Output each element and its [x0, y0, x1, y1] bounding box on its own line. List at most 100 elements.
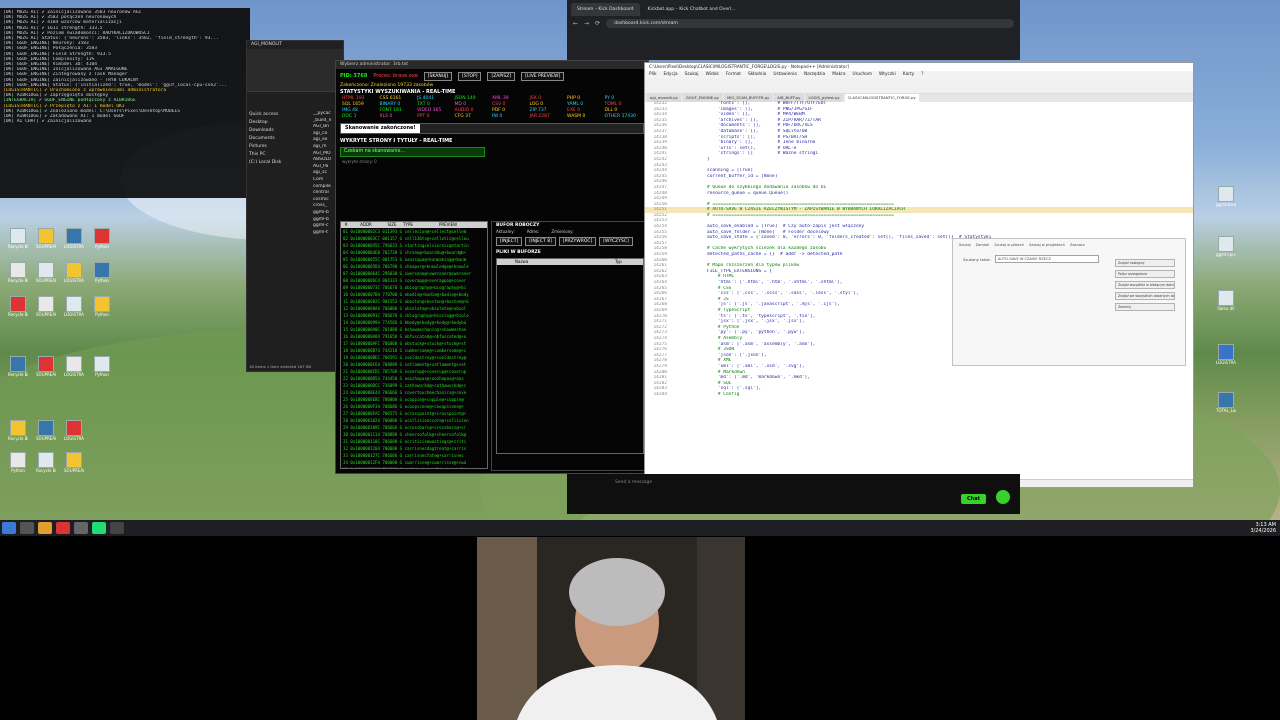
scan-button[interactable]: [SKANUJ]	[423, 71, 453, 81]
menu-item[interactable]: Karty	[903, 72, 914, 77]
table-row[interactable]: 16 0x1000000A84 791658 G obfuscated@+obf…	[341, 333, 487, 340]
system-tray[interactable]: 3:13 AM 3/24/2026	[1250, 522, 1276, 534]
menu-item[interactable]: Uruchom	[853, 72, 873, 77]
menu-item[interactable]: Składnia	[748, 72, 766, 77]
desktop-icon[interactable]: Recycle Bin	[8, 296, 28, 322]
table-row[interactable]: 19 0x1000000BEC 706591 G cooldestroy@+co…	[341, 354, 487, 361]
table-row[interactable]: 26 0x1000000F34 708686 G ocoopscene@+coo…	[341, 403, 487, 410]
find-button[interactable]: Znajdź we wszystkich otwartych dokumenta…	[1115, 292, 1175, 300]
table-row[interactable]: 02 0x10000003C7 001157 G cell136tc@+cell…	[341, 235, 487, 242]
desktop-icon[interactable]: SOUPREALM	[36, 296, 56, 322]
desktop-icon[interactable]: llama.dll	[1216, 290, 1236, 316]
desktop-icon[interactable]: Python	[92, 228, 112, 254]
menu-item[interactable]: Plik	[649, 72, 656, 77]
explorer-nav-pane[interactable]: Quick access Desktop Downloads Documents Pic…	[249, 111, 289, 167]
table-row[interactable]: 18 0x1000000B74 744218 G cumbersome@+cum…	[341, 347, 487, 354]
desktop-icon[interactable]: Recycle Bin	[8, 356, 28, 382]
menu-item[interactable]: Makra	[832, 72, 845, 77]
start-icon[interactable]	[2, 522, 16, 534]
console-window[interactable]: [OK] MÓZG AI] ✔ Zainicjalizowano 3583 ne…	[0, 8, 250, 198]
table-row[interactable]: 32 0x1000001204 700000 G carrisnecdagtre…	[341, 445, 487, 452]
find-tab[interactable]: Zaznacz	[1070, 243, 1085, 247]
find-button[interactable]: Znajdź wszystkie w bieżącym dokumencie	[1115, 281, 1175, 289]
nav-item[interactable]: Quick access	[249, 111, 289, 119]
table-row[interactable]: 14 0x1000000994 774566 G bbody@+body@+bo…	[341, 319, 487, 326]
files-col-type[interactable]: Typ	[615, 259, 622, 265]
desktop-icon[interactable]: LOGISTRANTIC_SUPER CODE	[64, 420, 84, 446]
desktop-icon[interactable]: SOUPREALM	[36, 420, 56, 446]
kick-logo-icon[interactable]	[996, 490, 1010, 504]
table-row[interactable]: 03 0x100000045C 796633 G startingcelsior…	[341, 242, 487, 249]
nav-item[interactable]: Downloads	[249, 127, 289, 135]
desktop-icon[interactable]: Recycle Bin	[36, 452, 56, 478]
desktop-icon[interactable]: LOGISTRANTIC_1 CR.jpg	[1216, 344, 1236, 370]
nav-item[interactable]: Documents	[249, 135, 289, 143]
table-row[interactable]: 10 0x10000007B4 770700 G obodie@+bodie@+…	[341, 291, 487, 298]
find-tab[interactable]: Szukaj w projektach	[1029, 243, 1065, 247]
forward-icon[interactable]: →	[584, 20, 589, 27]
desktop-icon[interactable]: LOGISTRANTIC_SUPER CODE	[64, 296, 84, 322]
find-button[interactable]: Policz wystąpienia	[1115, 270, 1175, 278]
table-row[interactable]: 21 0x1000000CDC 705708 G coverup@+coveru…	[341, 368, 487, 375]
table-row[interactable]: 13 0x100000091C 706678 G cblography@+bio…	[341, 312, 487, 319]
chat-send-button[interactable]: Chat	[961, 494, 986, 504]
table-row[interactable]: 20 0x1000000C64 708889 G cetlament@+cetl…	[341, 361, 487, 368]
clear-button[interactable]: [WYCZYŚĆ]	[599, 237, 633, 246]
notepad-icon[interactable]	[92, 522, 106, 534]
table-row[interactable]: 04 0x10000004E0 702738 G chrono@+board4u…	[341, 249, 487, 256]
menu-item[interactable]: Format	[726, 72, 741, 77]
table-row[interactable]: 25 0x1000000EBC 700000 G ocoppie@+coppie…	[341, 396, 487, 403]
desktop-icon[interactable]: Python	[92, 296, 112, 322]
table-row[interactable]: 17 0x1000000AFC 706000 G obstuck@+stuck@…	[341, 340, 487, 347]
menu-item[interactable]: Szukaj	[685, 72, 699, 77]
desktop-icon[interactable]: Python	[92, 262, 112, 288]
desktop-icon[interactable]: SOUPREALM	[36, 262, 56, 288]
desktop-icon[interactable]: LOGISTRANTIC_SUPER CODE	[64, 262, 84, 288]
memory-scanner-window[interactable]: Wybierz administrator: 3rb.txt PID: 3768…	[335, 60, 649, 474]
table-row[interactable]: 07 0x100000064C 296030 G cwerxone@+owero…	[341, 270, 487, 277]
table-row[interactable]: 11 0x100000082C 901553 G oboston@+boston…	[341, 298, 487, 305]
desktop-icon[interactable]: Recycle Bin	[8, 420, 28, 446]
address-bar[interactable]: dashboard.kick.com/stream	[606, 18, 1014, 28]
table-body[interactable]: 01 0x10000001C3 011393 G cellecion@+cell…	[341, 228, 487, 468]
find-tab[interactable]: Szukaj	[959, 243, 971, 247]
restore-button[interactable]: [PRZYWRÓĆ]	[558, 237, 597, 246]
desktop-icon[interactable]: LOGISTRANTIC_SUPER CODE	[64, 228, 84, 254]
table-row[interactable]: 24 0x1000000E44 706666 G covertouchmecha…	[341, 389, 487, 396]
nav-item[interactable]: Desktop	[249, 119, 289, 127]
table-row[interactable]: 31 0x100000118C 706600 G ocriticismwasti…	[341, 438, 487, 445]
live-preview-button[interactable]: [LIVE PREVIEW]	[521, 71, 565, 81]
desktop-icon[interactable]: SOUPREALM	[36, 228, 56, 254]
desktop-icon[interactable]: Recycle Bin	[8, 262, 28, 288]
desktop-icon[interactable]: ggml-base.dll	[1216, 186, 1236, 212]
npp-toolbar[interactable]	[645, 79, 1193, 94]
browser-window[interactable]: Stream – Kick Dashboard Kickbot.app – Ki…	[567, 0, 1020, 60]
nav-item[interactable]: This PC	[249, 151, 289, 159]
find-input[interactable]: AUTO-SAVE W CZASIE RZECZ	[994, 255, 1099, 263]
files-col-name[interactable]: Nazwa	[497, 259, 615, 265]
terminal-icon[interactable]	[110, 522, 124, 534]
find-tab[interactable]: Zamień	[976, 243, 990, 247]
table-row[interactable]: 29 0x100000109C 706666 G ocrossbars@+cro…	[341, 424, 487, 431]
table-row[interactable]: 05 0x100000055C 001753 G oanzsapa@+bunma…	[341, 256, 487, 263]
table-row[interactable]: 23 0x1000000DCC 736099 G cathoworkd@+cat…	[341, 382, 487, 389]
table-row[interactable]: 08 0x10000006C4 004333 G coverapp@+overa…	[341, 277, 487, 284]
table-row[interactable]: 15 0x1000000A0C 701888 G bshowmechanic@+…	[341, 326, 487, 333]
find-dialog[interactable]: Szukaj Zamień Szukaj w plikach Szukaj w pro…	[952, 238, 1186, 366]
inject-8-button[interactable]: [INJECT 8]	[525, 237, 556, 246]
table-row[interactable]: 30 0x1000001114 708888 G cheersofolk@+ch…	[341, 431, 487, 438]
desktop-icon[interactable]: LOGISTRANTIC_SUPER CODE	[64, 356, 84, 382]
desktop-icon[interactable]: Python	[8, 452, 28, 478]
search-icon[interactable]	[20, 522, 34, 534]
table-row[interactable]: 01 0x10000001C3 011393 G cellecion@+cell…	[341, 228, 487, 235]
desktop-icon[interactable]: SOUPREALM	[36, 356, 56, 382]
menu-item[interactable]: Ustawienia	[773, 72, 797, 77]
table-row[interactable]: 35 0x100000136C 706666 G cwildgate@+wild…	[341, 466, 487, 468]
browser-tab[interactable]: Kickbot.app – Kick Chatbot and Overl…	[641, 3, 742, 16]
table-row[interactable]: 06 0x10000005D4 706790 G cheaper@+knowle…	[341, 263, 487, 270]
find-button[interactable]: Zamknij	[1115, 303, 1175, 311]
desktop-icon[interactable]: Python	[92, 356, 112, 382]
table-row[interactable]: 33 0x100000127C 706606 G carrisnecfate@+…	[341, 452, 487, 459]
menu-item[interactable]: ?	[921, 72, 923, 77]
resource-table[interactable]: # ADDR SIZE TYPE PREVIEW 01 0x10000001C3 011…	[340, 221, 488, 469]
